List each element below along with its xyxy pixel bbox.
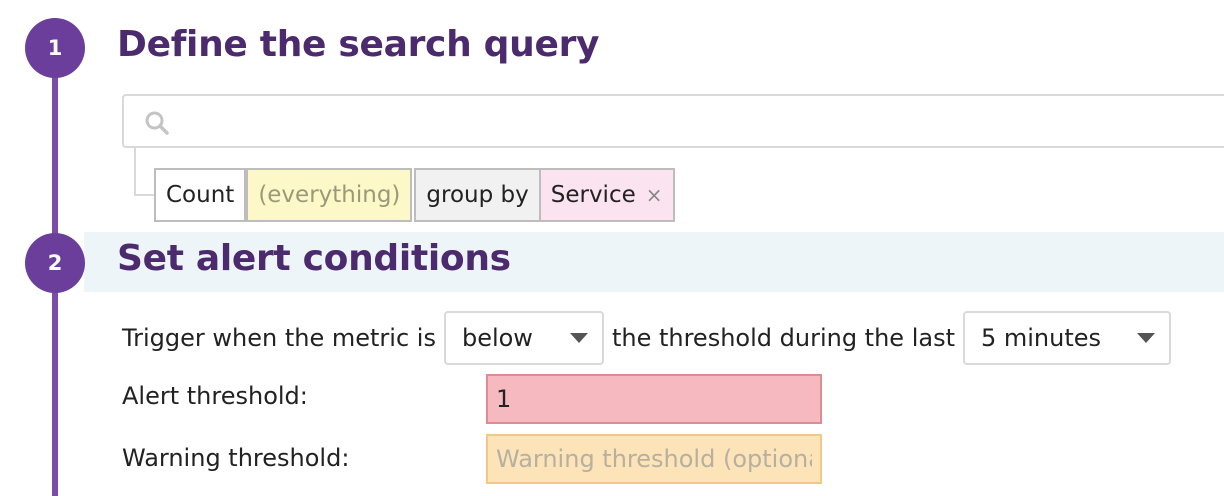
alert-threshold-input[interactable]	[486, 374, 822, 424]
warning-threshold-input[interactable]	[486, 434, 822, 484]
group-by-value-label: Service	[550, 182, 636, 208]
query-chips: Count (everything) group by Service ×	[154, 168, 675, 222]
search-icon	[145, 111, 169, 135]
comparator-select[interactable]: below	[443, 311, 604, 365]
warning-threshold-label: Warning threshold:	[122, 444, 350, 472]
trigger-prefix-text: Trigger when the metric is	[122, 324, 436, 352]
caret-down-icon	[1136, 333, 1155, 343]
step-title-alert-conditions: Set alert conditions	[117, 238, 511, 279]
time-window-value: 5 minutes	[980, 324, 1102, 352]
monitor-editor: 1 Define the search query Count (everyth…	[0, 0, 1224, 496]
trigger-middle-text: the threshold during the last	[611, 324, 955, 352]
group-by-chip[interactable]: group by	[414, 168, 541, 222]
query-connector	[134, 148, 156, 196]
alert-threshold-label: Alert threshold:	[122, 382, 308, 410]
filter-chip[interactable]: (everything)	[246, 168, 413, 222]
step-number-badge: 1	[25, 18, 85, 78]
close-icon[interactable]: ×	[646, 183, 663, 207]
comparator-value: below	[461, 324, 533, 352]
trigger-row: Trigger when the metric is below the thr…	[122, 310, 1171, 366]
aggregation-chip[interactable]: Count	[154, 168, 247, 222]
caret-down-icon	[569, 333, 588, 343]
step-number-badge: 2	[25, 233, 85, 293]
step-title-define-query: Define the search query	[117, 24, 600, 65]
group-by-value-chip[interactable]: Service ×	[538, 168, 675, 222]
time-window-select[interactable]: 5 minutes	[962, 311, 1171, 365]
search-input[interactable]	[122, 94, 1224, 148]
